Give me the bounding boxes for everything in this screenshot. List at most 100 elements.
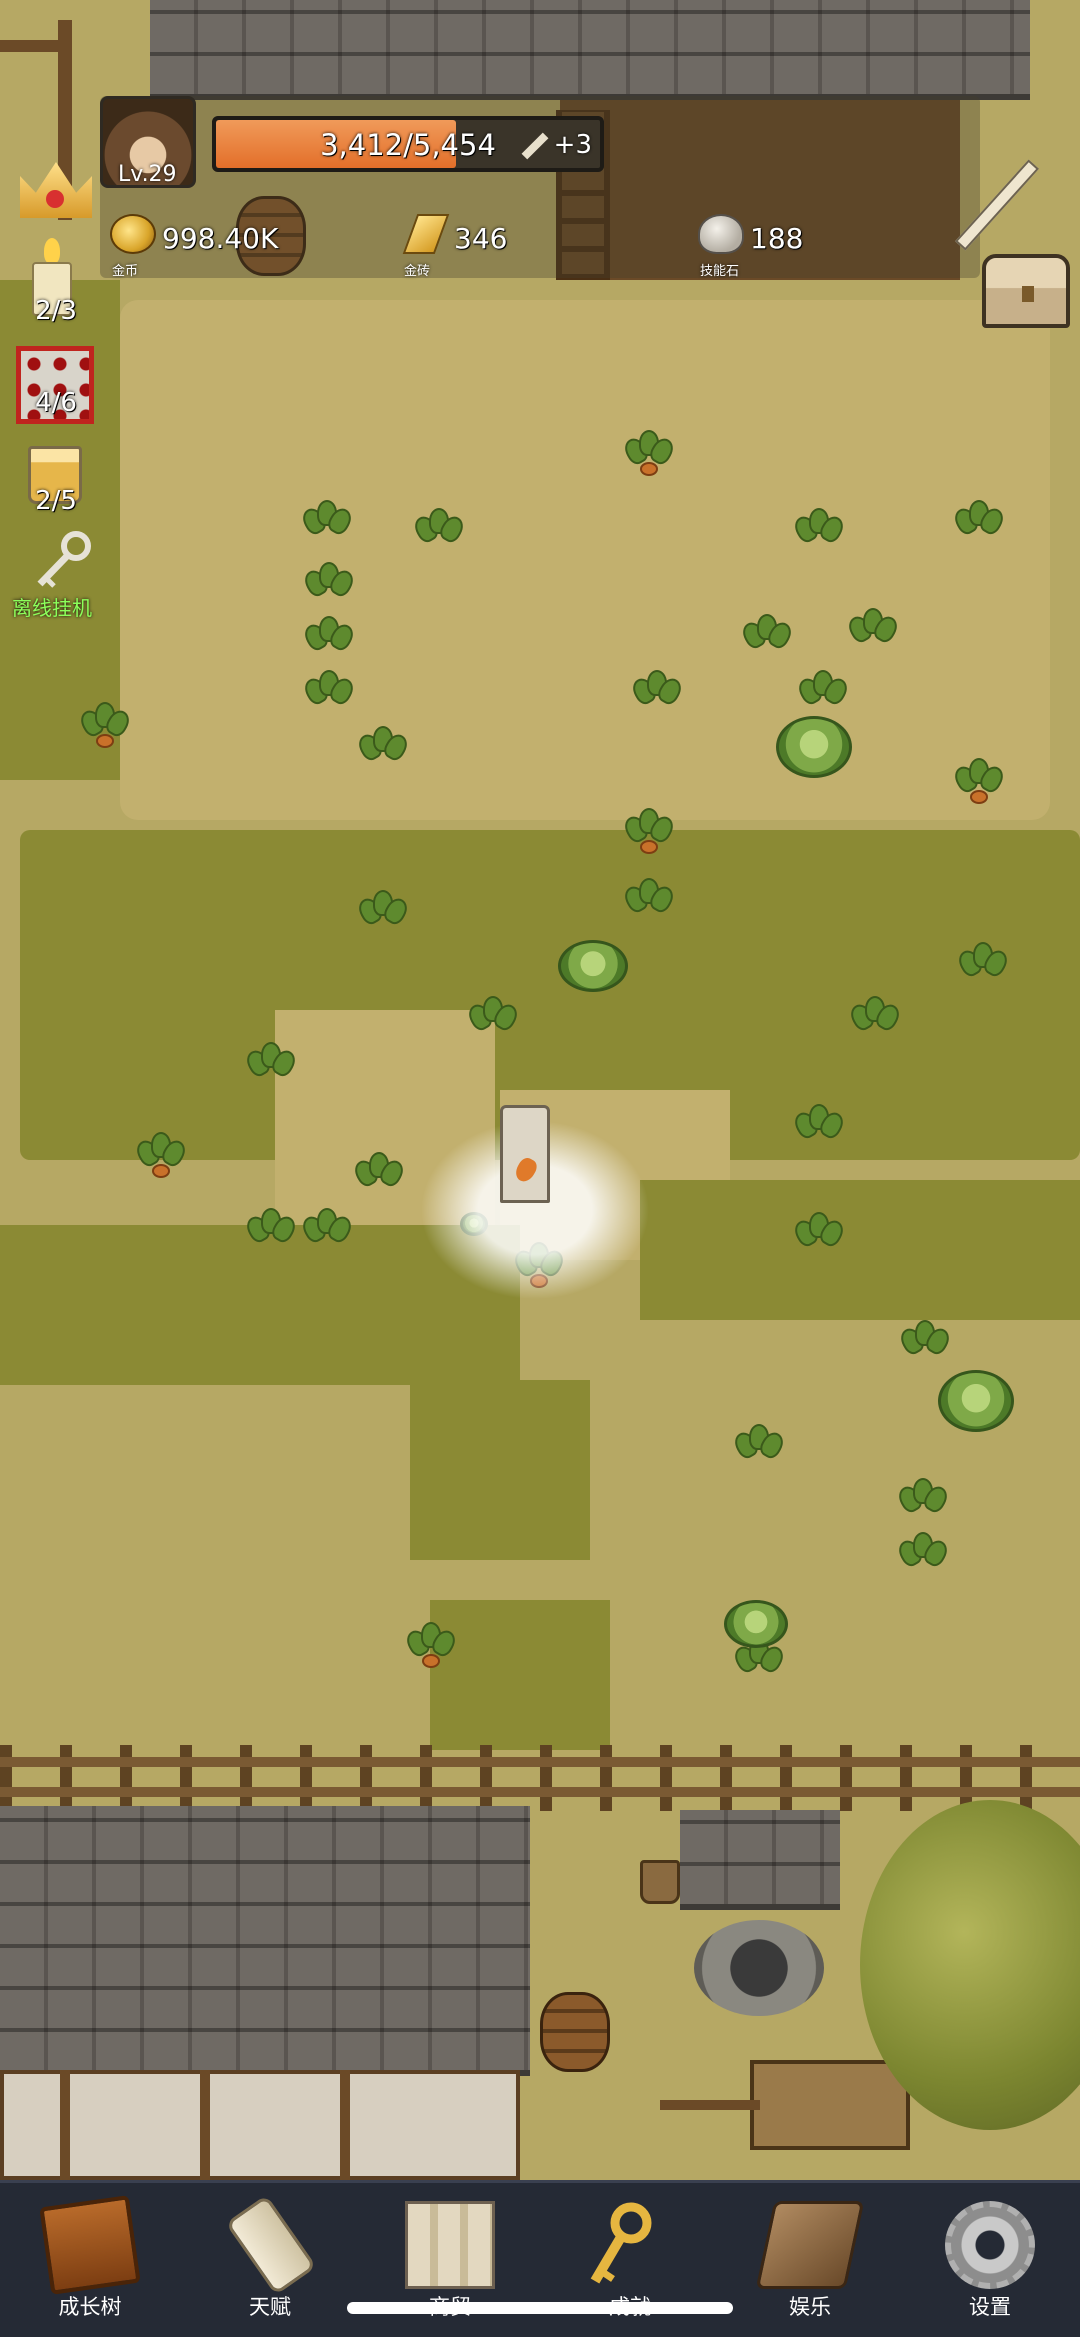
grass-patch — [410, 1380, 590, 1560]
skill-stone-value: 188 — [750, 222, 804, 255]
xp-bonus-value: +3 — [553, 130, 592, 160]
carrot-plant[interactable] — [790, 1102, 848, 1156]
well[interactable] — [680, 1810, 840, 2030]
gold-bar-value: 346 — [454, 222, 508, 255]
coin-value: 998.40K — [162, 222, 279, 255]
carrot-plant[interactable] — [620, 428, 678, 482]
field-plot-upper — [120, 300, 1050, 820]
carrot-plant[interactable] — [464, 994, 522, 1048]
home-indicator[interactable] — [347, 2302, 733, 2314]
resource-skill-stone[interactable]: 188 技能石 — [692, 200, 972, 280]
xp-bar: 3,412/5,454 +3 — [212, 116, 604, 172]
crown-gem — [46, 190, 64, 208]
farm-map[interactable] — [0, 0, 1080, 2180]
carrot-plant[interactable] — [844, 606, 902, 660]
carrot-plant[interactable] — [846, 994, 904, 1048]
cloth-icon — [755, 2201, 865, 2289]
scroll-icon — [225, 2194, 317, 2296]
carrot-plant[interactable] — [300, 560, 358, 614]
carrot-plant[interactable] — [790, 506, 848, 560]
hay-cart — [750, 2060, 910, 2150]
carrot-plant[interactable] — [950, 756, 1008, 810]
carrot-plant[interactable] — [410, 506, 468, 560]
map-icon — [405, 2201, 495, 2289]
carrot-plant[interactable] — [300, 668, 358, 722]
bucket — [640, 1860, 680, 1904]
carrot-plant[interactable] — [894, 1476, 952, 1530]
crop-signpost[interactable] — [500, 1105, 550, 1203]
carrot-plant[interactable] — [242, 1206, 300, 1260]
wooden-fence — [0, 1745, 1080, 1811]
xp-bonus[interactable]: +3 — [520, 130, 592, 160]
carrot-plant[interactable] — [132, 1130, 190, 1184]
key-icon[interactable] — [32, 530, 94, 592]
carrot-plant[interactable] — [402, 1620, 460, 1674]
player-level: Lv.29 — [118, 162, 177, 187]
carrot-plant[interactable] — [354, 724, 412, 778]
house-beam — [60, 2070, 70, 2180]
carrot-plant[interactable] — [950, 498, 1008, 552]
carrot-plant[interactable] — [954, 940, 1012, 994]
carrot-plant[interactable] — [242, 1040, 300, 1094]
skill-stone-icon — [698, 214, 744, 254]
book-icon — [39, 2195, 141, 2295]
carrot-plant[interactable] — [628, 668, 686, 722]
carrot-plant[interactable] — [350, 1150, 408, 1204]
barn-roof — [150, 0, 1030, 100]
house-beam — [200, 2070, 210, 2180]
skill-stone-label: 技能石 — [700, 264, 740, 279]
nav-growth-tree[interactable]: 成长树 — [0, 2183, 180, 2337]
candle-count: 2/3 — [35, 296, 77, 326]
treasure-chest-icon[interactable] — [982, 254, 1070, 328]
gold-bar-label: 金砖 — [404, 264, 431, 279]
carrot-plant[interactable] — [896, 1318, 954, 1372]
resource-coin[interactable]: 998.40K 金币 — [104, 200, 384, 280]
dice-counter: 4/6 — [18, 388, 94, 418]
carrot-plant[interactable] — [620, 806, 678, 860]
beer-counter: 2/5 — [18, 486, 94, 516]
grass-patch — [640, 1180, 1080, 1320]
carrot-plant[interactable] — [300, 614, 358, 668]
key-icon — [590, 2202, 652, 2284]
gear-icon — [945, 2201, 1035, 2289]
offline-idle-label[interactable]: 离线挂机 — [12, 592, 92, 621]
carrot-plant[interactable] — [894, 1530, 952, 1584]
flame-icon — [44, 238, 60, 264]
cabbage[interactable] — [558, 940, 628, 992]
coin-label: 金币 — [112, 264, 139, 279]
carrot-icon — [512, 1155, 540, 1185]
barrel — [540, 1992, 610, 2072]
gallows-beam — [0, 40, 72, 52]
house-beam — [340, 2070, 350, 2180]
carrot-plant[interactable] — [794, 668, 852, 722]
carrot-plant[interactable] — [730, 1422, 788, 1476]
cabbage[interactable] — [724, 1600, 788, 1648]
nav-settings[interactable]: 设置 — [900, 2183, 1080, 2337]
house-roof — [0, 1806, 530, 2076]
carrot-plant[interactable] — [790, 1210, 848, 1264]
beer-count: 2/5 — [35, 486, 77, 516]
nav-label: 天赋 — [249, 2295, 291, 2319]
nav-label: 成长树 — [58, 2295, 122, 2319]
nav-talent[interactable]: 天赋 — [180, 2183, 360, 2337]
house-wall — [0, 2070, 520, 2180]
wand-icon — [521, 132, 549, 159]
carrot-plant[interactable] — [354, 888, 412, 942]
carrot-plant[interactable] — [298, 498, 356, 552]
nav-entertainment[interactable]: 娱乐 — [720, 2183, 900, 2337]
carrot-plant[interactable] — [76, 700, 134, 754]
coin-icon — [110, 214, 156, 254]
carrot-plant[interactable] — [620, 876, 678, 930]
nav-label: 娱乐 — [789, 2295, 831, 2319]
nav-label: 设置 — [969, 2295, 1011, 2319]
cabbage[interactable] — [776, 716, 852, 778]
carrot-plant[interactable] — [738, 612, 796, 666]
carrot-plant[interactable] — [298, 1206, 356, 1260]
resource-gold-bar[interactable]: 346 金砖 — [396, 200, 676, 280]
well-base — [694, 1920, 824, 2016]
candle-counter: 2/3 — [18, 296, 94, 326]
cabbage[interactable] — [938, 1370, 1014, 1432]
gold-bar-icon — [402, 214, 450, 254]
well-roof — [680, 1810, 840, 1910]
cart-handle — [660, 2100, 760, 2110]
